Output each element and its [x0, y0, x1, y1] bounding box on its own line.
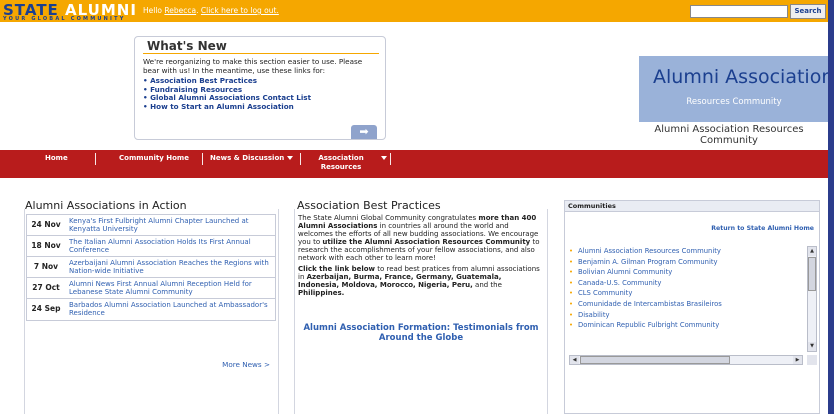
text-run: The State Alumni Global Community congra…: [298, 214, 479, 222]
nav-item-home[interactable]: Home: [45, 150, 68, 178]
news-date: 24 Nov: [31, 220, 61, 229]
nav-label: Association Resources: [318, 154, 364, 171]
scrollbar-corner: [807, 355, 817, 365]
return-home-link[interactable]: Return to State Alumni Home: [711, 225, 814, 232]
news-date: 7 Nov: [33, 262, 59, 271]
search-button[interactable]: Search: [790, 4, 826, 19]
news-link[interactable]: Barbados Alumni Association Launched at …: [69, 301, 274, 317]
logout-link[interactable]: Click here to log out.: [201, 6, 279, 15]
text-run: and the: [472, 281, 502, 289]
scroll-thumb[interactable]: [580, 356, 730, 364]
community-link[interactable]: Benjamin A. Gilman Program Community: [569, 257, 803, 268]
community-logo: Alumni Association Resources Community: [639, 56, 828, 122]
news-item: 27 Oct Alumni News First Annual Alumni R…: [27, 278, 275, 299]
best-practices-title: Association Best Practices: [297, 199, 441, 212]
community-link[interactable]: Disability: [569, 310, 803, 321]
nav-label: Community Home: [119, 154, 189, 162]
text-run-bold: Click the link below: [298, 265, 375, 273]
news-item: 18 Nov The Italian Alumni Association Ho…: [27, 236, 275, 257]
news-date: 27 Oct: [32, 283, 60, 292]
chevron-down-icon: [287, 156, 294, 160]
nav-label: News & Discussion: [210, 154, 285, 162]
best-practices-paragraph: The State Alumni Global Community congra…: [298, 214, 544, 262]
community-link[interactable]: Alumni Association Resources Community: [569, 246, 803, 257]
more-news-link[interactable]: More News >: [26, 360, 270, 369]
whats-new-divider: [143, 53, 379, 54]
whats-new-title: What's New: [147, 39, 227, 53]
whats-new-link[interactable]: How to Start an Alumni Association: [143, 102, 311, 112]
whats-new-intro: We're reorganizing to make this section …: [143, 57, 363, 75]
communities-list: Alumni Association Resources Community B…: [569, 246, 803, 352]
user-name-link[interactable]: Rebecca: [164, 6, 196, 15]
banner: What's New We're reorganizing to make th…: [0, 22, 828, 150]
testimonials-link[interactable]: Alumni Association Formation: Testimonia…: [298, 323, 544, 343]
news-section-title: Alumni Associations in Action: [25, 199, 187, 212]
community-link[interactable]: CLS Community: [569, 288, 803, 299]
scroll-down-icon[interactable]: ▼: [808, 342, 816, 351]
news-link[interactable]: Alumni News First Annual Alumni Receptio…: [69, 280, 274, 296]
news-date: 18 Nov: [31, 241, 61, 250]
nav-label: Home: [45, 154, 68, 162]
news-item: 24 Nov Kenya's First Fulbright Alumni Ch…: [27, 215, 275, 236]
scroll-left-icon[interactable]: ◀: [570, 356, 579, 364]
whats-new-box: What's New We're reorganizing to make th…: [134, 36, 386, 140]
community-caption: Alumni Association Resources Community: [654, 124, 804, 146]
news-date: 24 Sep: [31, 304, 61, 313]
news-list: 24 Nov Kenya's First Fulbright Alumni Ch…: [26, 214, 276, 321]
news-item: 7 Nov Azerbaijani Alumni Association Rea…: [27, 257, 275, 278]
best-practices-body: The State Alumni Global Community congra…: [298, 214, 544, 300]
horizontal-scrollbar[interactable]: ◀ ▶: [569, 355, 803, 365]
nav-item-association-resources[interactable]: Association Resources: [318, 150, 364, 178]
community-link[interactable]: Comunidade de Intercambistas Brasileiros: [569, 299, 803, 310]
news-link[interactable]: The Italian Alumni Association Holds Its…: [69, 238, 274, 254]
chevron-down-icon[interactable]: [381, 156, 387, 160]
vertical-scrollbar[interactable]: ▲ ▼: [807, 246, 817, 352]
nav-item-news-discussion[interactable]: News & Discussion: [210, 150, 294, 178]
scroll-thumb[interactable]: [808, 257, 816, 291]
main-nav: Home Community Home News & Discussion As…: [0, 150, 828, 178]
community-link[interactable]: Canada-U.S. Community: [569, 278, 803, 289]
community-link[interactable]: Dominican Republic Fulbright Community: [569, 320, 803, 331]
communities-title: Communities: [565, 201, 819, 212]
scroll-up-icon[interactable]: ▲: [808, 247, 816, 256]
text-run-bold: Azerbaijan, Burma, France, Germany, Guat…: [298, 273, 502, 289]
news-link[interactable]: Kenya's First Fulbright Alumni Chapter L…: [69, 217, 274, 233]
text-run-bold: Philippines.: [298, 289, 345, 297]
nav-separator: [95, 153, 96, 165]
main-content: Alumni Associations in Action 24 Nov Ken…: [0, 178, 828, 414]
whats-new-links: Association Best Practices Fundraising R…: [143, 76, 311, 112]
communities-box: Communities Return to State Alumni Home …: [564, 200, 820, 414]
nav-separator: [390, 153, 391, 165]
community-link[interactable]: Bolivian Alumni Community: [569, 267, 803, 278]
news-link[interactable]: Azerbaijani Alumni Association Reaches t…: [69, 259, 274, 275]
nav-item-community-home[interactable]: Community Home: [119, 150, 189, 178]
greeting-text: Hello: [143, 6, 163, 15]
community-logo-subtitle: Resources Community: [686, 97, 782, 107]
nav-separator: [300, 153, 301, 165]
text-run-bold: utilize the Alumni Association Resources…: [322, 238, 531, 246]
user-greeting: Hello Rebecca. Click here to log out.: [143, 6, 279, 15]
scroll-right-icon[interactable]: ▶: [793, 356, 802, 364]
community-logo-title: Alumni Association: [653, 66, 828, 88]
news-item: 24 Sep Barbados Alumni Association Launc…: [27, 299, 275, 320]
search-input[interactable]: [690, 5, 788, 18]
top-bar: STATE ALUMNI YOUR GLOBAL COMMUNITY Hello…: [0, 0, 828, 22]
nav-separator: [202, 153, 203, 165]
next-arrow-icon[interactable]: ➡: [351, 125, 377, 139]
best-practices-paragraph: Click the link below to read best pratic…: [298, 265, 544, 297]
page-frame: STATE ALUMNI YOUR GLOBAL COMMUNITY Hello…: [0, 0, 828, 414]
